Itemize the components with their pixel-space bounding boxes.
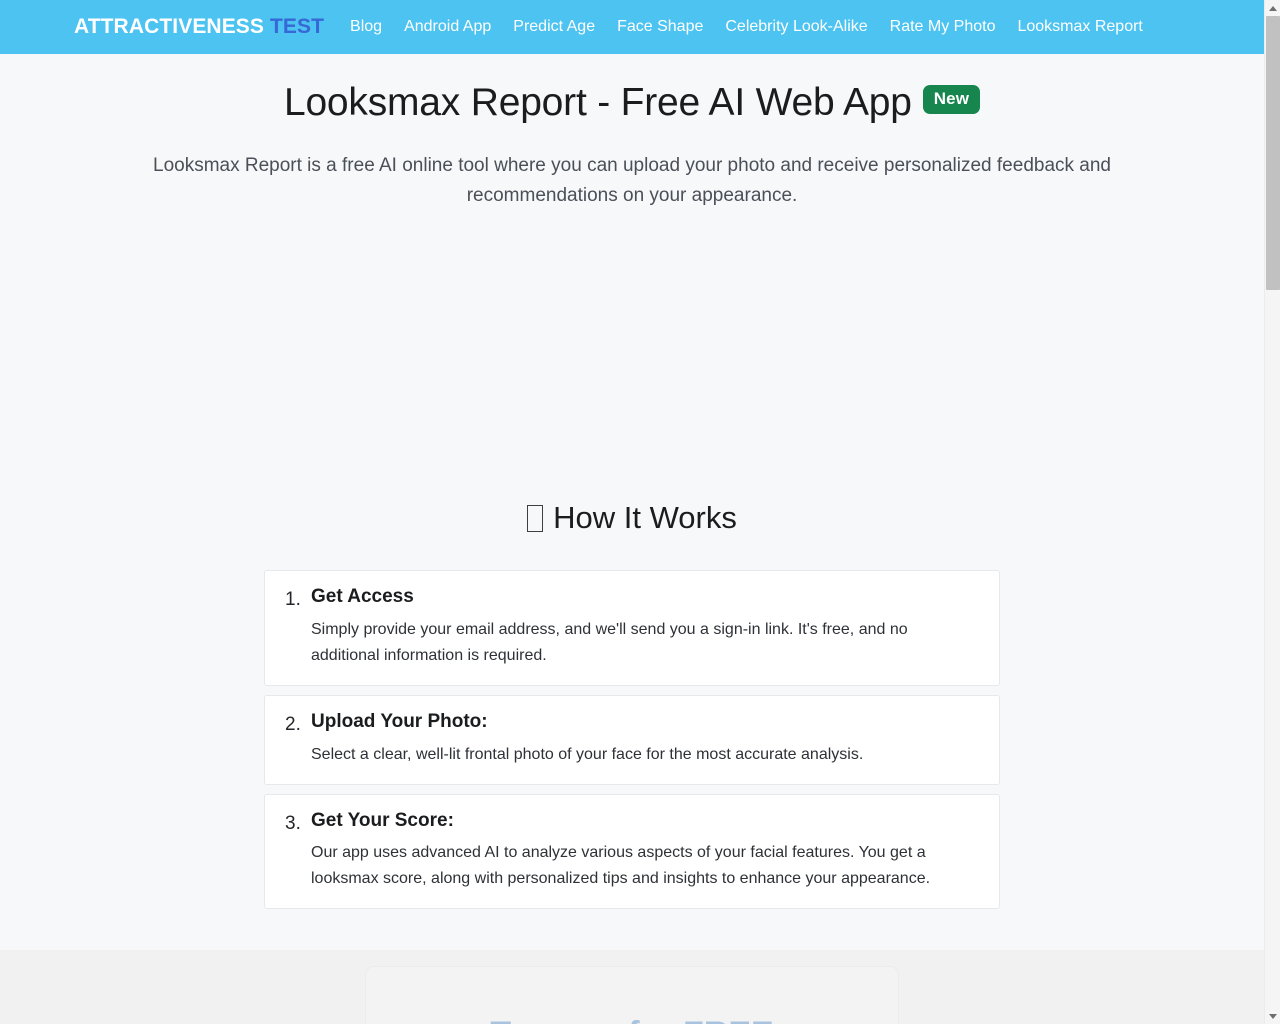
scroll-down-arrow-icon <box>1269 1013 1277 1019</box>
step-number: 3. <box>285 812 301 834</box>
step-description: Select a clear, well-lit frontal photo o… <box>311 745 864 763</box>
scroll-up-button[interactable] <box>1265 0 1280 16</box>
step-card: 1. Get Access Simply provide your email … <box>264 570 1000 686</box>
step-description: Simply provide your email address, and w… <box>311 621 908 665</box>
cta-title: Try now for FREE <box>396 1013 868 1024</box>
nav-link-blog[interactable]: Blog <box>350 18 382 35</box>
scrollbar-thumb[interactable] <box>1266 16 1280 290</box>
cta-section: Try now for FREE <box>0 950 1264 1024</box>
scroll-down-button[interactable] <box>1265 1008 1280 1024</box>
how-it-works-section: How It Works 1. Get Access Simply provid… <box>0 498 1264 950</box>
nav-item-celebrity-look-alike[interactable]: Celebrity Look-Alike <box>725 18 867 36</box>
nav-item-android-app[interactable]: Android App <box>404 18 491 36</box>
top-navbar: ATTRACTIVENESS TEST Blog Android App Pre… <box>0 0 1264 54</box>
how-it-works-heading: How It Works <box>0 498 1264 538</box>
step-number: 2. <box>285 713 301 735</box>
page-subtitle: Looksmax Report is a free AI online tool… <box>153 154 1111 206</box>
hero-section: Looksmax Report - Free AI Web App New Loo… <box>0 54 1264 210</box>
step-heading: Upload Your Photo: <box>311 710 488 732</box>
page-title-text: Looksmax Report - Free AI Web App <box>283 81 912 124</box>
nav-item-blog[interactable]: Blog <box>350 18 382 36</box>
step-body: Get Access Simply provide your email add… <box>311 585 979 669</box>
step-heading: Get Access <box>311 586 414 608</box>
page-root: ATTRACTIVENESS TEST Blog Android App Pre… <box>0 0 1280 1024</box>
page-title: Looksmax Report - Free AI Web App New <box>0 78 1264 128</box>
nav-link-looksmax-report[interactable]: Looksmax Report <box>1017 18 1142 35</box>
nav-link-predict-age[interactable]: Predict Age <box>513 18 595 35</box>
page-viewport: ATTRACTIVENESS TEST Blog Android App Pre… <box>0 0 1264 1024</box>
status-badge-new: New <box>922 85 981 115</box>
step-card: 2. Upload Your Photo: Select a clear, we… <box>264 694 1000 785</box>
step-number: 1. <box>285 589 301 611</box>
step-heading: Get Your Score: <box>311 809 454 831</box>
cta-card: Try now for FREE <box>365 966 899 1024</box>
site-logo[interactable]: ATTRACTIVENESS TEST <box>74 15 324 39</box>
scrollbar-track[interactable] <box>1265 16 1280 1008</box>
primary-nav: Blog Android App Predict Age Face Shape … <box>350 18 1143 36</box>
nav-item-rate-my-photo[interactable]: Rate My Photo <box>890 18 996 36</box>
site-logo-accent: TEST <box>269 15 325 38</box>
step-description: Our app uses advanced AI to analyze vari… <box>311 844 931 888</box>
vertical-scrollbar[interactable] <box>1264 0 1280 1024</box>
step-card: 3. Get Your Score: Our app uses advanced… <box>264 793 1000 910</box>
missing-glyph-icon <box>527 505 544 533</box>
step-body: Upload Your Photo: Select a clear, well-… <box>311 710 979 768</box>
scroll-up-arrow-icon <box>1269 5 1277 11</box>
nav-item-face-shape[interactable]: Face Shape <box>617 18 703 36</box>
how-it-works-heading-text: How It Works <box>553 500 737 536</box>
media-placeholder-slot <box>0 210 1264 498</box>
nav-item-looksmax-report[interactable]: Looksmax Report <box>1017 18 1142 36</box>
nav-link-celebrity-look-alike[interactable]: Celebrity Look-Alike <box>725 18 867 35</box>
nav-link-rate-my-photo[interactable]: Rate My Photo <box>890 18 996 35</box>
nav-item-predict-age[interactable]: Predict Age <box>513 18 595 36</box>
nav-link-android-app[interactable]: Android App <box>404 18 491 35</box>
site-logo-primary: ATTRACTIVENESS <box>74 15 265 38</box>
step-body: Get Your Score: Our app uses advanced AI… <box>311 809 979 893</box>
nav-link-face-shape[interactable]: Face Shape <box>617 18 703 35</box>
steps-list: 1. Get Access Simply provide your email … <box>264 570 1000 910</box>
